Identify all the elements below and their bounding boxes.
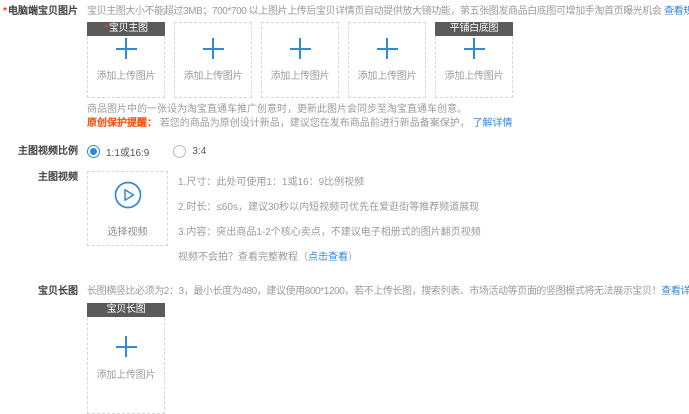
radio-ratio-1-1-or-16-9[interactable]: 1:1或16:9 <box>87 144 149 159</box>
upload-box-2[interactable]: 添加上传图片 <box>174 22 252 98</box>
original-protect-body: 若您的商品为原创设计新品，建议您在发布商品前进行新品备案保护， <box>160 118 470 129</box>
ztc-sync-note: 商品图片中的一张设为淘宝直通车推广创意时，更新此图片会同步至淘宝直通车创意。 <box>87 103 689 116</box>
long-image-hint: 长图横竖比必须为2：3，最小长度为480，建议使用800*1200，若不上传长图… <box>87 285 689 298</box>
radio-label: 3:4 <box>192 146 206 157</box>
radio-ratio-3-4[interactable]: 3:4 <box>173 145 206 158</box>
upload-box-label: 添加上传图片 <box>445 67 504 82</box>
original-protect-note: 原创保护提醒： 若您的商品为原创设计新品，建议您在发布商品前进行新品备案保护， … <box>87 117 689 130</box>
upload-box-4[interactable]: 添加上传图片 <box>348 22 426 98</box>
video-tip-content: 3.内容：突出商品1-2个核心卖点，不建议电子相册式的图片翻页视频 <box>178 227 481 239</box>
main-video-label: 主图视频 <box>0 171 78 184</box>
upload-box-label: 添加上传图片 <box>184 67 243 82</box>
video-tutorial-suffix: ） <box>348 252 358 263</box>
video-ratio-radio-group: 1:1或16:9 3:4 <box>87 144 689 159</box>
video-tutorial-line: 视频不会拍？查看完整教程（点击查看） <box>178 252 481 264</box>
upload-box-long-image[interactable]: 宝贝长图 添加上传图片 <box>87 303 165 414</box>
main-image-tag: *宝贝主图 <box>87 22 165 36</box>
original-protect-prefix: 原创保护提醒： <box>87 118 157 129</box>
plus-icon <box>464 38 485 59</box>
white-background-tag: 平铺白底图 <box>435 22 513 36</box>
video-ratio-label: 主图视频比例 <box>0 145 78 158</box>
white-background-tag-text: 平铺白底图 <box>450 23 499 34</box>
learn-more-link[interactable]: 了解详情 <box>473 118 513 129</box>
pc-images-row: *电脑端宝贝图片 宝贝主图大小不能超过3MB；700*700 以上图片上传后宝贝… <box>0 5 689 130</box>
long-image-tag: 宝贝长图 <box>87 303 165 317</box>
upload-box-3[interactable]: 添加上传图片 <box>261 22 339 98</box>
select-video-label: 选择视频 <box>108 223 148 238</box>
pc-images-hint: 宝贝主图大小不能超过3MB；700*700 以上图片上传后宝贝详情页自动提供放大… <box>87 5 689 18</box>
product-publish-image-section: *电脑端宝贝图片 宝贝主图大小不能超过3MB；700*700 以上图片上传后宝贝… <box>0 0 689 414</box>
radio-label: 1:1或16:9 <box>106 144 149 159</box>
plus-icon <box>203 38 224 59</box>
click-view-tutorial-link[interactable]: 点击查看 <box>308 252 348 263</box>
view-spec-link[interactable]: 查看规范 <box>664 6 689 17</box>
main-image-tag-text: 宝贝主图 <box>109 23 148 34</box>
required-asterisk: * <box>3 6 7 17</box>
video-tip-size: 1.尺寸：此处可使用1：1或16：9比例视频 <box>178 177 481 189</box>
upload-box-label: 添加上传图片 <box>97 67 156 82</box>
radio-unchecked-icon <box>173 145 186 158</box>
long-image-label: 宝贝长图 <box>0 285 78 298</box>
plus-icon <box>377 38 398 59</box>
pc-images-label: *电脑端宝贝图片 <box>0 5 78 18</box>
pc-images-label-text: 电脑端宝贝图片 <box>8 6 78 17</box>
video-ratio-row: 主图视频比例 1:1或16:9 3:4 <box>0 144 689 159</box>
video-tips: 1.尺寸：此处可使用1：1或16：9比例视频 2.时长：≤60s，建议30秒以内… <box>178 171 481 264</box>
main-video-row: 主图视频 选择视频 1.尺寸：此处可使用1：1或16：9比例视频 2.时长：≤6… <box>0 171 689 264</box>
select-video-box[interactable]: 选择视频 <box>87 171 168 246</box>
radio-checked-icon <box>87 145 100 158</box>
play-icon <box>113 180 143 210</box>
plus-icon <box>116 38 137 59</box>
upload-box-label: 添加上传图片 <box>358 67 417 82</box>
upload-box-label: 添加上传图片 <box>271 67 330 82</box>
video-tutorial-text: 视频不会拍？查看完整教程（ <box>178 252 308 263</box>
upload-box-label: 添加上传图片 <box>97 366 156 381</box>
plus-icon <box>116 336 137 357</box>
required-asterisk: * <box>104 23 108 34</box>
long-image-row: 宝贝长图 长图横竖比必须为2：3，最小长度为480，建议使用800*1200，若… <box>0 285 689 414</box>
long-image-tag-text: 宝贝长图 <box>107 304 146 315</box>
plus-icon <box>290 38 311 59</box>
pc-images-hint-text: 宝贝主图大小不能超过3MB；700*700 以上图片上传后宝贝详情页自动提供放大… <box>87 6 662 17</box>
long-image-hint-text: 长图横竖比必须为2：3，最小长度为480，建议使用800*1200，若不上传长图… <box>87 286 661 297</box>
view-details-link[interactable]: 查看详情 <box>661 286 689 297</box>
upload-boxes-row: *宝贝主图 添加上传图片 添加上传图片 添加上传图片 添加上传图片 <box>87 22 689 98</box>
upload-box-white-background[interactable]: 平铺白底图 添加上传图片 <box>435 22 513 98</box>
upload-box-main-image[interactable]: *宝贝主图 添加上传图片 <box>87 22 165 98</box>
video-tip-duration: 2.时长：≤60s，建议30秒以内短视频可优先在爱逛街等推荐频道展现 <box>178 202 481 214</box>
